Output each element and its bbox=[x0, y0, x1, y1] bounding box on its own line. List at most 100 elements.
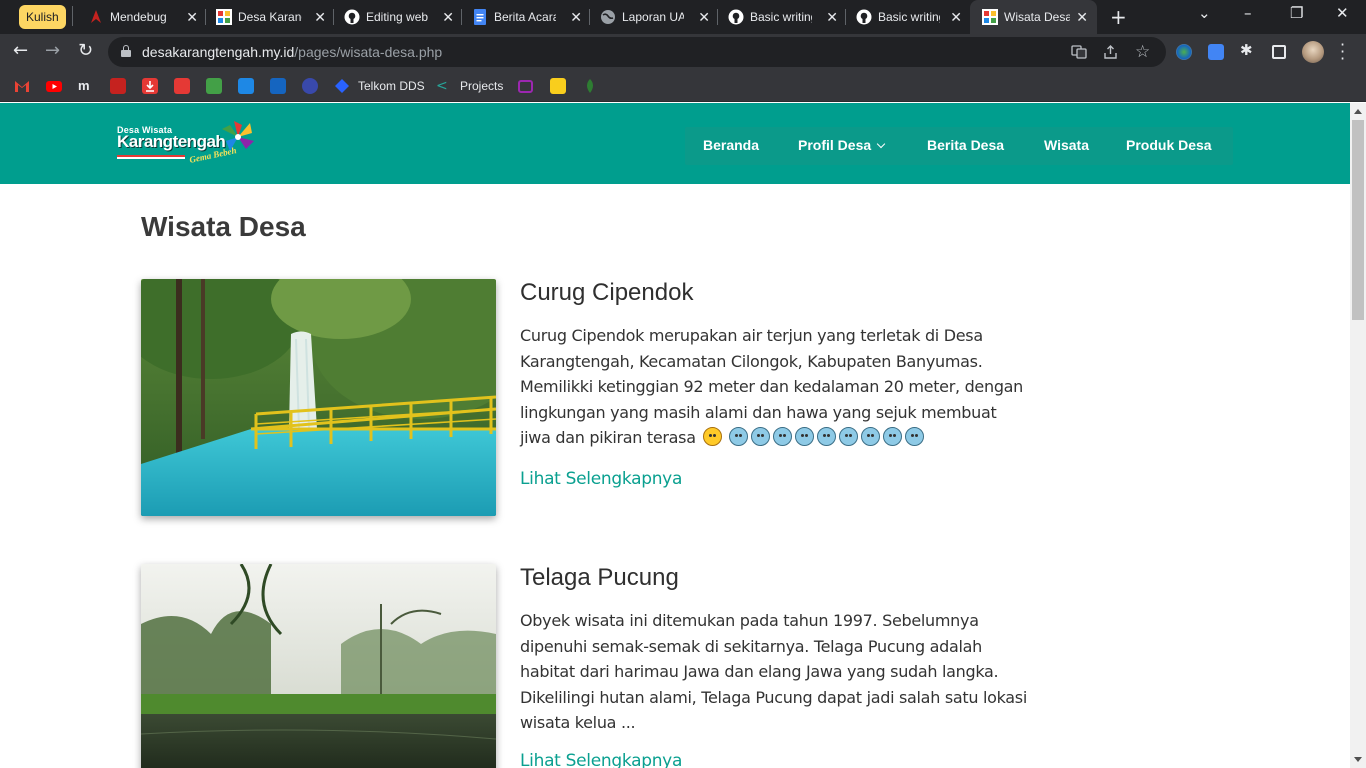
tab-title: Mendebug bbox=[110, 10, 167, 24]
tab-title: Wisata Desa bbox=[1004, 10, 1070, 24]
nav-profil-desa[interactable]: Profil Desa bbox=[798, 137, 886, 153]
menu-dots-icon[interactable]: · · · bbox=[1340, 37, 1345, 67]
scroll-up-arrow-icon[interactable] bbox=[1354, 109, 1362, 114]
tab-favicon bbox=[216, 9, 232, 25]
back-icon[interactable]: ← bbox=[13, 42, 28, 60]
cold-face-emoji-icon bbox=[839, 427, 859, 447]
chevron-down-icon bbox=[876, 139, 886, 149]
close-icon[interactable]: ✕ bbox=[570, 6, 582, 28]
bookmark-star-icon[interactable]: ☆ bbox=[1135, 42, 1150, 62]
logo-underline bbox=[117, 155, 185, 159]
translate-icon[interactable] bbox=[1071, 44, 1087, 64]
bookmark-icon-blue[interactable] bbox=[238, 78, 254, 94]
m-bookmark-icon[interactable]: m bbox=[78, 78, 94, 94]
leaf-bookmark-icon[interactable] bbox=[582, 78, 598, 94]
tab-title: Laporan UA bbox=[622, 10, 684, 24]
bookmarks-bar: m Telkom DDS < Projects bbox=[0, 70, 1366, 102]
bookmark-icon-389[interactable] bbox=[302, 78, 318, 94]
nav-produk-desa[interactable]: Produk Desa bbox=[1126, 137, 1212, 153]
tab-title: Editing web bbox=[366, 10, 429, 24]
nav-beranda[interactable]: Beranda bbox=[703, 137, 759, 153]
side-panel-icon[interactable] bbox=[1272, 45, 1286, 59]
forward-icon[interactable]: → bbox=[45, 42, 60, 60]
card-image-curug-cipendok[interactable] bbox=[141, 279, 496, 516]
tab-2[interactable]: Desa Karang ✕ bbox=[216, 6, 326, 28]
tab-divider bbox=[205, 9, 206, 25]
card-description: Obyek wisata ini ditemukan pada tahun 19… bbox=[520, 611, 1027, 733]
extension-icon[interactable] bbox=[1176, 44, 1192, 60]
tab-5[interactable]: Laporan UA ✕ bbox=[600, 6, 710, 28]
tab-title: Basic writing bbox=[878, 10, 940, 24]
address-bar[interactable]: desakarangtengah.my.id/pages/wisata-desa… bbox=[108, 37, 1166, 67]
close-icon[interactable]: ✕ bbox=[698, 6, 710, 28]
profile-avatar[interactable] bbox=[1302, 41, 1324, 63]
bookmark-projects[interactable]: Projects bbox=[460, 78, 503, 94]
close-icon[interactable]: ✕ bbox=[950, 6, 962, 28]
pdf-jpg-bookmark-icon[interactable] bbox=[174, 78, 190, 94]
nav-wisata[interactable]: Wisata bbox=[1044, 137, 1089, 153]
scroll-down-arrow-icon[interactable] bbox=[1354, 757, 1362, 762]
card-description: Curug Cipendok merupakan air terjun yang… bbox=[520, 323, 1030, 451]
share-icon[interactable] bbox=[1103, 44, 1119, 64]
close-icon[interactable]: ✕ bbox=[186, 6, 198, 28]
read-more-link[interactable]: Lihat Selengkapnya bbox=[520, 751, 682, 768]
read-more-link[interactable]: Lihat Selengkapnya bbox=[520, 469, 682, 489]
new-tab-button[interactable]: + bbox=[1110, 5, 1127, 29]
angry-face-emoji-icon bbox=[702, 427, 722, 447]
bookmark-icon-darkblue[interactable] bbox=[270, 78, 286, 94]
nav-berita-desa[interactable]: Berita Desa bbox=[927, 137, 1004, 153]
url-text[interactable]: desakarangtengah.my.id/pages/wisata-desa… bbox=[142, 44, 442, 60]
url-path: /pages/wisata-desa.php bbox=[294, 44, 443, 60]
tab-divider bbox=[717, 9, 718, 25]
google-translate-extension-icon[interactable] bbox=[1208, 44, 1224, 60]
cold-face-emoji-icon bbox=[861, 427, 881, 447]
tab-search-icon[interactable]: ⌄ bbox=[1198, 4, 1211, 22]
bookmark-icon-yellow[interactable] bbox=[550, 78, 566, 94]
tab-divider bbox=[333, 9, 334, 25]
minimize-button[interactable]: – bbox=[1244, 4, 1252, 22]
tab-title: Basic writing bbox=[750, 10, 812, 24]
card-title: Curug Cipendok bbox=[520, 279, 694, 306]
site-logo[interactable]: Desa Wisata Karangtengah Gema Bebeh bbox=[117, 119, 257, 171]
youtube-bookmark-icon[interactable] bbox=[46, 78, 62, 94]
tab-title: Desa Karang bbox=[238, 10, 302, 24]
card-image-telaga-pucung[interactable] bbox=[141, 564, 496, 768]
emblem-bookmark-icon[interactable] bbox=[206, 78, 222, 94]
close-window-button[interactable]: ✕ bbox=[1336, 4, 1349, 22]
lock-icon[interactable] bbox=[121, 45, 131, 57]
gmail-bookmark-icon[interactable] bbox=[14, 78, 30, 94]
tab-3[interactable]: Editing web ✕ bbox=[344, 6, 454, 28]
close-icon[interactable]: ✕ bbox=[314, 6, 326, 28]
puzzle-extensions-icon[interactable]: ✱ bbox=[1240, 42, 1256, 58]
github-icon bbox=[728, 9, 744, 25]
nav-profil-desa-label: Profil Desa bbox=[798, 137, 872, 153]
tab-1[interactable]: Mendebug ✕ bbox=[88, 6, 198, 28]
reload-icon[interactable]: ↻ bbox=[78, 42, 93, 60]
vertical-scrollbar[interactable] bbox=[1350, 103, 1366, 768]
projects-icon[interactable]: < bbox=[436, 78, 452, 94]
tab-6[interactable]: Basic writing ✕ bbox=[728, 6, 838, 28]
cold-face-emoji-icon bbox=[817, 427, 837, 447]
tab-divider bbox=[461, 9, 462, 25]
tab-4[interactable]: Berita Acara ✕ bbox=[472, 6, 582, 28]
tab-divider bbox=[589, 9, 590, 25]
tab-group-label[interactable]: Kulish bbox=[19, 5, 66, 29]
download-bookmark-icon[interactable] bbox=[142, 78, 158, 94]
tab-favicon bbox=[88, 9, 104, 25]
site-favicon bbox=[982, 9, 998, 25]
bookmark-telkom-dds[interactable]: Telkom DDS bbox=[358, 78, 425, 94]
cold-face-emoji-icon bbox=[773, 427, 793, 447]
logo-line2: Karangtengah bbox=[117, 132, 226, 151]
tab-7[interactable]: Basic writing ✕ bbox=[856, 6, 962, 28]
tab-active[interactable]: Wisata Desa ✕ bbox=[982, 6, 1088, 28]
twitch-bookmark-icon[interactable] bbox=[518, 80, 533, 93]
close-icon[interactable]: ✕ bbox=[1076, 6, 1088, 28]
restore-button[interactable]: ❐ bbox=[1290, 4, 1303, 22]
close-icon[interactable]: ✕ bbox=[826, 6, 838, 28]
globe-icon bbox=[600, 9, 616, 25]
bookmark-icon-red[interactable] bbox=[110, 78, 126, 94]
close-icon[interactable]: ✕ bbox=[442, 6, 454, 28]
main-navigation: Beranda Profil Desa Berita Desa Wisata P… bbox=[685, 127, 1233, 165]
scrollbar-thumb[interactable] bbox=[1352, 120, 1364, 320]
telkom-dds-icon[interactable] bbox=[334, 78, 350, 94]
